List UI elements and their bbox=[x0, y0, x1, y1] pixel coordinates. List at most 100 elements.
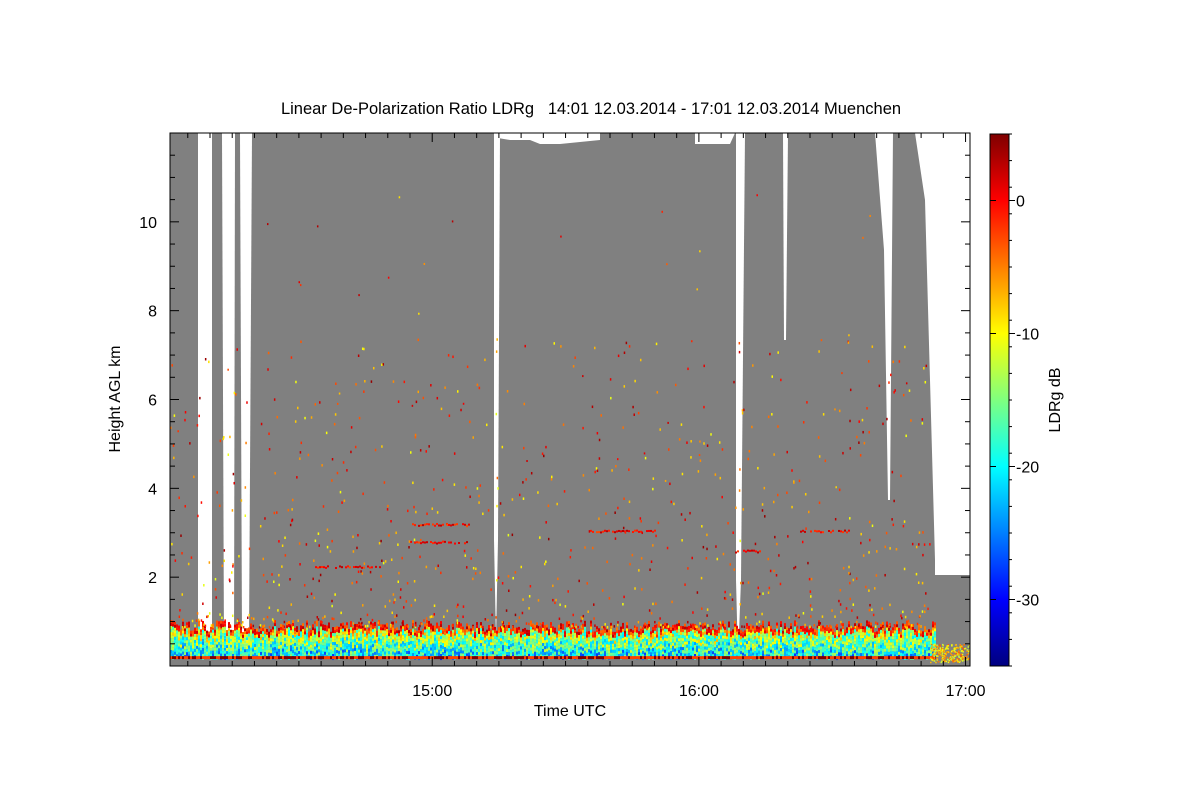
ldr-cell bbox=[322, 645, 324, 649]
ldr-cell bbox=[212, 632, 214, 636]
ldr-cell bbox=[880, 623, 882, 627]
ldr-cell bbox=[290, 656, 292, 660]
ldr-cell bbox=[812, 646, 814, 650]
ldr-cell bbox=[204, 649, 206, 653]
ldr-cell bbox=[662, 639, 664, 643]
ldr-cell bbox=[742, 634, 744, 638]
ldr-cell bbox=[842, 626, 844, 630]
ldr-cell bbox=[518, 629, 520, 633]
ldr-cell bbox=[882, 634, 884, 638]
ldr-cell bbox=[658, 651, 660, 655]
ldr-cell bbox=[628, 647, 630, 651]
ldr-cell bbox=[568, 650, 570, 654]
ldr-cell bbox=[948, 659, 951, 662]
ldr-cell bbox=[464, 653, 466, 657]
ldr-cell bbox=[358, 416, 361, 420]
ldr-cell bbox=[642, 630, 644, 634]
ldr-cell bbox=[933, 652, 935, 654]
ldr-cell bbox=[240, 639, 242, 643]
ldr-cell bbox=[756, 643, 758, 647]
ldr-cell bbox=[848, 651, 850, 655]
ldr-cell bbox=[324, 639, 326, 643]
ldr-cell bbox=[756, 628, 758, 632]
ldr-cell bbox=[406, 638, 408, 642]
ldr-cell bbox=[840, 649, 842, 653]
ldr-cell bbox=[941, 652, 944, 654]
ldr-cell bbox=[478, 636, 480, 640]
ldr-cell bbox=[908, 646, 910, 650]
ldr-cell bbox=[894, 636, 896, 640]
ldr-cell bbox=[674, 633, 676, 637]
ldr-cell bbox=[654, 630, 656, 634]
ldr-cell bbox=[956, 659, 958, 661]
ldr-cell bbox=[918, 639, 920, 643]
ldr-cell bbox=[680, 625, 682, 629]
ldr-cell bbox=[322, 627, 324, 631]
ldr-cell bbox=[314, 643, 316, 647]
ldr-cell bbox=[202, 641, 204, 645]
ldr-cell bbox=[588, 640, 590, 644]
ldr-cell bbox=[226, 642, 228, 646]
ldr-cell bbox=[368, 645, 370, 649]
ldr-cell bbox=[386, 647, 388, 651]
ldr-cell bbox=[702, 635, 704, 639]
ldr-cell bbox=[854, 653, 856, 657]
ldr-cell bbox=[334, 627, 336, 631]
ldr-cell bbox=[358, 643, 360, 647]
ldr-cell bbox=[866, 647, 868, 651]
ldr-cell bbox=[356, 651, 358, 655]
ldr-cell bbox=[692, 641, 694, 645]
ldr-cell bbox=[426, 620, 428, 624]
ldr-cell bbox=[462, 605, 465, 608]
ldr-cell bbox=[488, 637, 490, 641]
ldr-cell bbox=[354, 647, 356, 651]
ldr-cell bbox=[480, 628, 482, 632]
ldr-cell bbox=[334, 656, 336, 660]
ldr-cell bbox=[570, 651, 572, 655]
ldr-cell bbox=[270, 656, 272, 660]
ldr-cell bbox=[966, 650, 968, 653]
ldr-cell bbox=[620, 647, 622, 651]
ldr-cell bbox=[308, 631, 310, 635]
ldr-cell bbox=[388, 639, 390, 643]
ldr-cell bbox=[612, 652, 614, 656]
ldr-cell bbox=[496, 630, 498, 634]
ldr-cell bbox=[282, 633, 284, 637]
ldr-cell bbox=[910, 632, 912, 636]
ldr-cell bbox=[951, 655, 954, 658]
ldr-cell bbox=[630, 637, 632, 641]
ldr-cell bbox=[308, 646, 310, 650]
ldr-cell bbox=[238, 651, 240, 655]
ldr-cell bbox=[282, 648, 284, 652]
ldr-cell bbox=[308, 656, 310, 660]
ldr-cell bbox=[252, 627, 254, 631]
ldr-cell bbox=[746, 626, 748, 630]
ldr-cell bbox=[328, 625, 330, 629]
ldr-cell bbox=[584, 629, 586, 633]
ldr-cell bbox=[416, 633, 418, 637]
ldr-cell bbox=[586, 643, 588, 647]
ldr-cell bbox=[648, 650, 650, 654]
ldr-cell bbox=[906, 653, 908, 657]
ldr-cell bbox=[452, 644, 454, 648]
ldr-cell bbox=[750, 641, 752, 645]
ldr-cell bbox=[588, 656, 590, 660]
ldr-cell bbox=[914, 656, 916, 660]
ldr-cell bbox=[552, 653, 554, 657]
ldr-cell bbox=[914, 634, 916, 638]
ldr-cell bbox=[380, 633, 382, 637]
ldr-cell bbox=[402, 647, 404, 651]
ldr-cell bbox=[814, 641, 816, 645]
ldr-cell bbox=[216, 620, 218, 624]
ldr-cell bbox=[902, 647, 904, 651]
ldr-cell bbox=[854, 632, 856, 636]
ldr-cell bbox=[280, 656, 282, 660]
ldr-cell bbox=[454, 635, 456, 639]
ldr-cell bbox=[624, 645, 626, 649]
ldr-cell bbox=[602, 650, 604, 654]
ldr-cell bbox=[462, 650, 464, 654]
ldr-cell bbox=[364, 639, 366, 643]
ldr-cell bbox=[572, 653, 574, 657]
ldr-cell bbox=[300, 637, 302, 641]
ldr-cell bbox=[756, 656, 758, 660]
